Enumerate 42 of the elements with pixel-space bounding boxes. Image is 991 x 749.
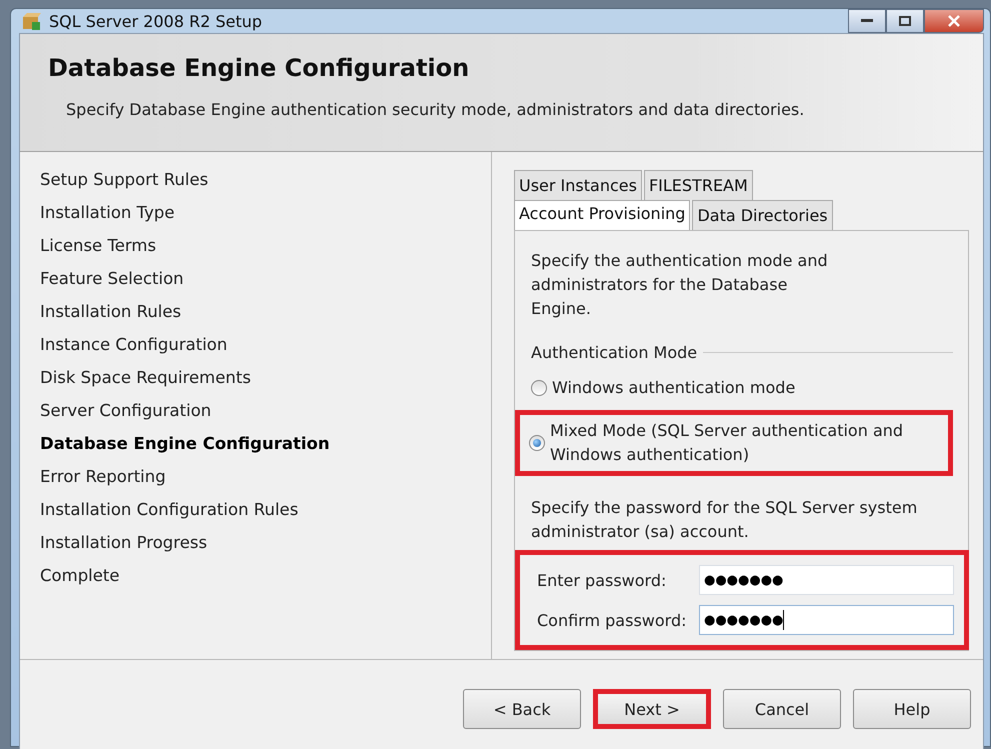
minimize-button[interactable] [848,9,886,33]
radio-button[interactable] [531,380,547,396]
intro-text: Specify the authentication mode and administrators for the Database Engine. [531,250,829,320]
tab[interactable]: Account Provisioning [514,200,690,230]
password-note: Specify the password for the SQL Server system administrator (sa) account. [531,497,918,543]
field-label: Enter password: [537,570,668,590]
close-icon [947,15,961,27]
password-field[interactable]: ●●●●●●● [699,605,954,635]
tab[interactable]: Data Directories [692,200,833,230]
sidebar-item[interactable]: Installation Progress [40,533,491,566]
sidebar-item[interactable]: Error Reporting [40,467,491,500]
sidebar-item[interactable]: Feature Selection [40,269,491,302]
minimize-icon [861,19,873,23]
cancel-button[interactable]: Cancel [723,689,841,729]
close-button[interactable] [924,9,984,33]
radio-button[interactable] [529,435,545,451]
sidebar-item[interactable]: Complete [40,566,491,599]
help-button[interactable]: Help [853,689,971,729]
radio-label: Windows authentication mode [552,377,796,399]
field-label: Confirm password: [537,610,688,630]
sidebar-item[interactable]: Installation Type [40,203,491,236]
sidebar-item[interactable]: Installation Configuration Rules [40,500,491,533]
group-title: Authentication Mode [531,343,698,362]
sidebar-item[interactable]: Setup Support Rules [40,170,491,203]
sidebar-item[interactable]: Instance Configuration [40,335,491,368]
page-subtitle: Specify Database Engine authentication security mode, administrators and data directories. [66,100,806,119]
password-field[interactable]: ●●●●●●● [699,565,954,595]
window-title: SQL Server 2008 R2 Setup [49,12,262,30]
page-title: Database Engine Configuration [48,54,470,82]
sidebar-item[interactable]: Database Engine Configuration [40,434,491,467]
tab[interactable]: FILESTREAM [644,170,753,200]
sidebar-item[interactable]: Disk Space Requirements [40,368,491,401]
box-icon [21,11,41,31]
sidebar-item[interactable]: Installation Rules [40,302,491,335]
sidebar-item[interactable]: Server Configuration [40,401,491,434]
maximize-icon [899,16,911,26]
tab[interactable]: User Instances [514,170,642,200]
maximize-button[interactable] [886,9,924,33]
next-button[interactable]: Next > [593,689,711,729]
radio-label: Mixed Mode (SQL Server authentication and Windows authentication) [550,420,904,466]
back-button[interactable]: < Back [463,689,581,729]
sidebar-item[interactable]: License Terms [40,236,491,269]
